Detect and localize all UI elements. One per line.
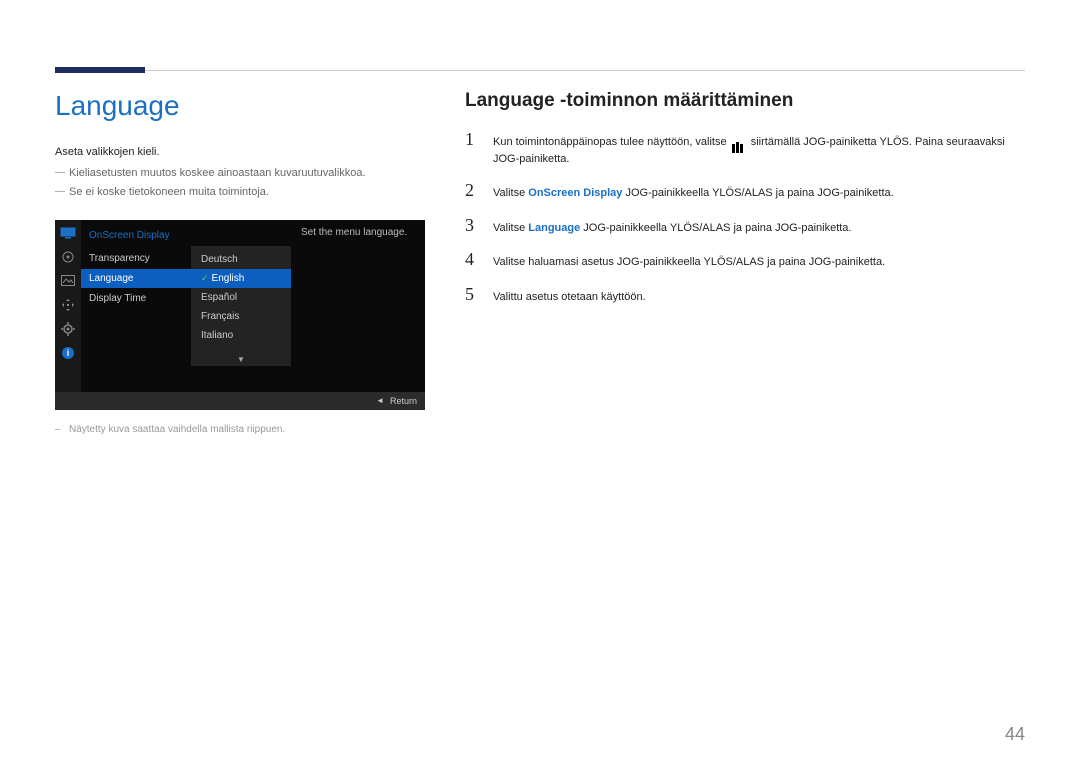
back-triangle-icon: ◄ — [376, 396, 384, 405]
intro-text: Aseta valikkojen kieli. — [55, 144, 425, 161]
step-text: Valittu asetus otetaan käyttöön. — [493, 289, 646, 306]
osd-option: Italiano — [191, 326, 291, 345]
gear-icon — [59, 322, 77, 336]
step-number: 4 — [465, 250, 479, 268]
osd-screenshot: i OnScreen Display Transparency Language… — [55, 220, 425, 410]
step-number: 1 — [465, 130, 479, 148]
section-title: Language — [55, 90, 425, 122]
osd-menu-item: Display Time — [81, 289, 191, 308]
osd-option: Français — [191, 307, 291, 326]
osd-footer: ◄ Return — [55, 392, 425, 410]
scroll-down-icon: ▼ — [237, 355, 245, 364]
osd-header: OnScreen Display — [81, 226, 191, 249]
menu-icon — [732, 136, 746, 148]
monitor-icon — [59, 226, 77, 240]
osd-option-selected: English — [191, 269, 291, 288]
step-text: Kun toimintonäppäinopas tulee näyttöön, … — [493, 134, 1025, 167]
osd-option: Español — [191, 288, 291, 307]
screenshot-footnote: Näytetty kuva saattaa vaihdella mallista… — [55, 422, 425, 437]
osd-menu: OnScreen Display Transparency Language D… — [81, 220, 191, 392]
osd-option-list: Deutsch English Español Français Italian… — [191, 246, 291, 366]
step-2: 2 Valitse OnScreen Display JOG-painikkee… — [465, 181, 1025, 202]
step-5: 5 Valittu asetus otetaan käyttöön. — [465, 285, 1025, 306]
move-icon — [59, 298, 77, 312]
info-icon: i — [59, 346, 77, 360]
top-rule-accent — [55, 67, 145, 73]
step-number: 3 — [465, 216, 479, 234]
osd-sidebar: i — [55, 220, 81, 392]
svg-text:i: i — [67, 348, 70, 358]
step-number: 5 — [465, 285, 479, 303]
osd-menu-item-selected: Language — [81, 269, 191, 288]
step-1: 1 Kun toimintonäppäinopas tulee näyttöön… — [465, 130, 1025, 167]
step-3: 3 Valitse Language JOG-painikkeella YLÖS… — [465, 216, 1025, 237]
osd-return-label: Return — [390, 396, 417, 406]
top-rule — [55, 70, 1025, 71]
image-icon — [59, 274, 77, 288]
page-number: 44 — [1005, 724, 1025, 745]
step-text: Valitse Language JOG-painikkeella YLÖS/A… — [493, 220, 852, 237]
osd-info-text: Set the menu language. — [291, 220, 425, 392]
osd-option: Deutsch — [191, 250, 291, 269]
osd-menu-item: Transparency — [81, 249, 191, 268]
note-2: Se ei koske tietokoneen muita toimintoja… — [55, 184, 425, 202]
step-text: Valitse OnScreen Display JOG-painikkeell… — [493, 185, 894, 202]
subsection-title: Language -toiminnon määrittäminen — [465, 90, 1025, 112]
step-4: 4 Valitse haluamasi asetus JOG-painikkee… — [465, 250, 1025, 271]
steps-list: 1 Kun toimintonäppäinopas tulee näyttöön… — [465, 130, 1025, 305]
note-1: Kieliasetusten muutos koskee ainoastaan … — [55, 165, 425, 183]
step-text: Valitse haluamasi asetus JOG-painikkeell… — [493, 254, 885, 271]
step-number: 2 — [465, 181, 479, 199]
target-icon — [59, 250, 77, 264]
